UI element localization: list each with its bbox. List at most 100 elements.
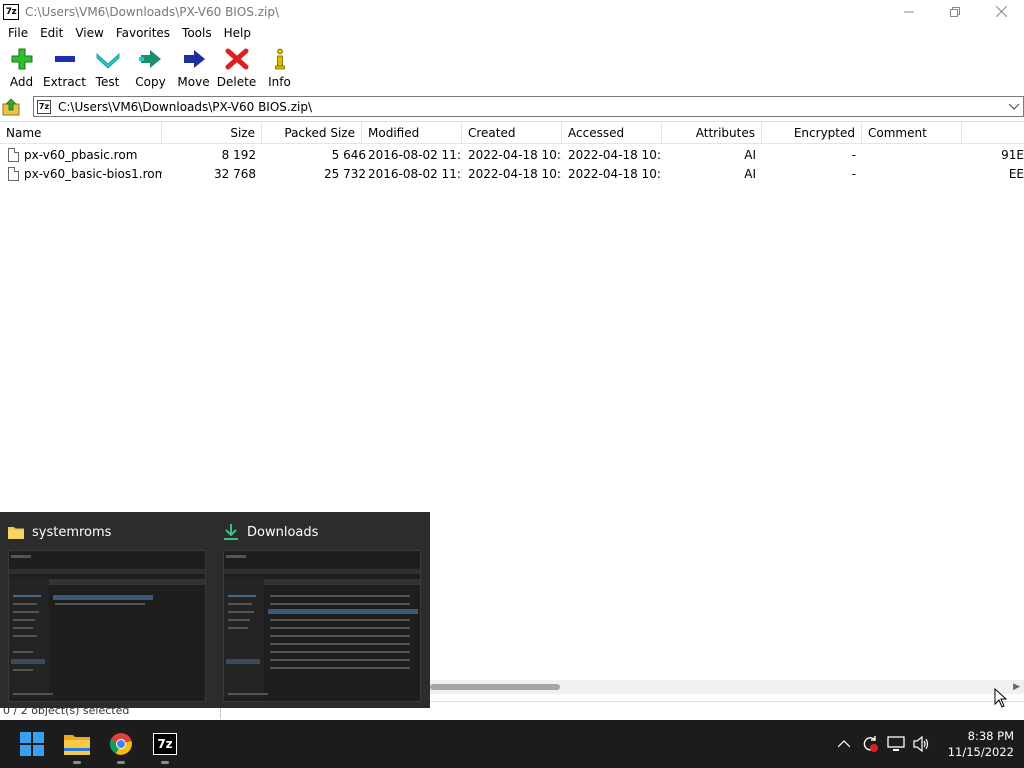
file-encrypted: - bbox=[851, 167, 856, 181]
file-size: 32 768 bbox=[214, 167, 256, 181]
file-name: px-v60_pbasic.rom bbox=[24, 148, 138, 162]
minimize-icon bbox=[904, 11, 914, 12]
minimize-button[interactable] bbox=[886, 0, 932, 23]
col-created[interactable]: Created bbox=[462, 122, 562, 144]
info-icon bbox=[274, 48, 285, 70]
7zip-archive-icon: 7z bbox=[37, 99, 51, 114]
sync-status-icon[interactable] bbox=[858, 732, 882, 756]
folder-icon bbox=[8, 527, 24, 539]
file-name: px-v60_basic-bios1.rom bbox=[24, 167, 162, 181]
col-attributes[interactable]: Attributes bbox=[662, 122, 762, 144]
col-size[interactable]: Size bbox=[162, 122, 262, 144]
close-icon bbox=[995, 6, 1007, 17]
volume-icon[interactable] bbox=[910, 732, 934, 756]
chevron-up-icon bbox=[837, 740, 850, 748]
extract-label: Extract bbox=[43, 75, 86, 89]
file-crc: EE bbox=[1008, 167, 1024, 181]
col-accessed[interactable]: Accessed bbox=[562, 122, 662, 144]
menu-view[interactable]: View bbox=[69, 26, 109, 40]
test-button[interactable]: Test bbox=[86, 44, 129, 90]
download-icon bbox=[224, 524, 238, 540]
thumbnail-title: Downloads bbox=[247, 524, 319, 540]
horizontal-scrollbar[interactable]: ▶ bbox=[430, 680, 1024, 694]
address-bar: 7z C:\Users\VM6\Downloads\PX-V60 BIOS.zi… bbox=[0, 96, 1024, 118]
minus-icon bbox=[54, 56, 75, 62]
test-label: Test bbox=[95, 75, 120, 89]
chevron-down-icon bbox=[1009, 104, 1019, 110]
file-explorer-button[interactable] bbox=[61, 728, 93, 764]
scrollbar-thumb[interactable] bbox=[430, 684, 560, 690]
plus-icon bbox=[11, 48, 32, 70]
file-packed-size: 25 732 bbox=[324, 167, 366, 181]
file-created: 2022-04-18 10:54 bbox=[468, 148, 562, 162]
start-button[interactable] bbox=[16, 728, 48, 760]
col-comment[interactable]: Comment bbox=[862, 122, 962, 144]
path-text: C:\Users\VM6\Downloads\PX-V60 BIOS.zip\ bbox=[58, 99, 313, 114]
menu-edit[interactable]: Edit bbox=[34, 26, 69, 40]
clock[interactable]: 8:38 PM 11/15/2022 bbox=[948, 728, 1014, 760]
path-input[interactable]: 7z C:\Users\VM6\Downloads\PX-V60 BIOS.zi… bbox=[33, 96, 1024, 117]
check-chevron-icon bbox=[96, 53, 119, 69]
col-name[interactable]: Name bbox=[0, 122, 162, 144]
table-row[interactable]: px-v60_pbasic.rom 8 192 5 646 2016-08-02… bbox=[0, 146, 1024, 165]
file-encrypted: - bbox=[851, 148, 856, 162]
menu-file[interactable]: File bbox=[2, 26, 34, 40]
scroll-right-arrow-icon[interactable]: ▶ bbox=[1013, 682, 1020, 692]
menu-bar: File Edit View Favorites Tools Help bbox=[0, 23, 1024, 43]
thumbnail-preview bbox=[8, 550, 206, 702]
file-comment bbox=[862, 146, 962, 165]
monitor-network-icon bbox=[887, 736, 905, 751]
move-button[interactable]: Move bbox=[172, 44, 215, 90]
file-packed-size: 5 646 bbox=[331, 148, 366, 162]
file-created: 2022-04-18 10:54 bbox=[468, 167, 562, 181]
thumbnail-preview bbox=[223, 550, 421, 702]
double-arrow-right-icon bbox=[138, 50, 161, 68]
7zip-app-icon[interactable]: 7z bbox=[3, 3, 19, 20]
up-folder-button[interactable] bbox=[0, 96, 22, 118]
menu-help[interactable]: Help bbox=[218, 26, 257, 40]
col-packed-size[interactable]: Packed Size bbox=[262, 122, 362, 144]
taskbar-thumbnail-popup: systemroms Downloads bbox=[0, 512, 430, 708]
chrome-button[interactable] bbox=[105, 728, 137, 764]
copy-button[interactable]: Copy bbox=[129, 44, 172, 90]
file-modified: 2016-08-02 11:27 bbox=[368, 148, 462, 162]
info-label: Info bbox=[268, 75, 291, 89]
col-modified[interactable]: Modified bbox=[362, 122, 462, 144]
col-crc[interactable] bbox=[962, 122, 1024, 144]
file-attributes: AI bbox=[744, 167, 756, 181]
copy-label: Copy bbox=[135, 75, 166, 89]
delete-label: Delete bbox=[216, 75, 257, 89]
file-size: 8 192 bbox=[221, 148, 256, 162]
file-accessed: 2022-04-18 10:54 bbox=[568, 148, 662, 162]
restore-button[interactable] bbox=[932, 0, 978, 23]
add-button[interactable]: Add bbox=[0, 44, 43, 90]
taskbar: 7z 8:38 PM 11/15/2022 bbox=[0, 720, 1024, 768]
menu-favorites[interactable]: Favorites bbox=[110, 26, 176, 40]
col-encrypted[interactable]: Encrypted bbox=[762, 122, 862, 144]
file-modified: 2016-08-02 11:27 bbox=[368, 167, 462, 181]
path-dropdown-button[interactable] bbox=[1007, 100, 1021, 114]
window-title: C:\Users\VM6\Downloads\PX-V60 BIOS.zip\ bbox=[25, 4, 280, 19]
x-icon bbox=[225, 48, 248, 70]
menu-tools[interactable]: Tools bbox=[176, 26, 218, 40]
chrome-icon bbox=[109, 733, 132, 755]
restore-icon bbox=[950, 6, 960, 17]
close-button[interactable] bbox=[978, 0, 1024, 23]
thumbnail-systemroms[interactable]: systemroms bbox=[0, 512, 215, 708]
sync-error-icon bbox=[863, 736, 878, 752]
add-label: Add bbox=[9, 75, 34, 89]
7zip-taskbar-button[interactable]: 7z bbox=[149, 728, 181, 764]
extract-button[interactable]: Extract bbox=[43, 44, 86, 90]
info-button[interactable]: Info bbox=[258, 44, 301, 90]
column-header: Name Size Packed Size Modified Created A… bbox=[0, 122, 1024, 144]
thumbnail-downloads[interactable]: Downloads bbox=[215, 512, 430, 708]
file-attributes: AI bbox=[744, 148, 756, 162]
windows-start-icon bbox=[20, 732, 44, 756]
network-icon[interactable] bbox=[884, 732, 908, 756]
7zip-icon: 7z bbox=[153, 733, 177, 755]
thumbnail-title: systemroms bbox=[32, 524, 112, 540]
table-row[interactable]: px-v60_basic-bios1.rom 32 768 25 732 201… bbox=[0, 165, 1024, 184]
arrow-right-icon bbox=[183, 50, 205, 68]
show-hidden-icons-button[interactable] bbox=[832, 732, 856, 756]
delete-button[interactable]: Delete bbox=[215, 44, 258, 90]
